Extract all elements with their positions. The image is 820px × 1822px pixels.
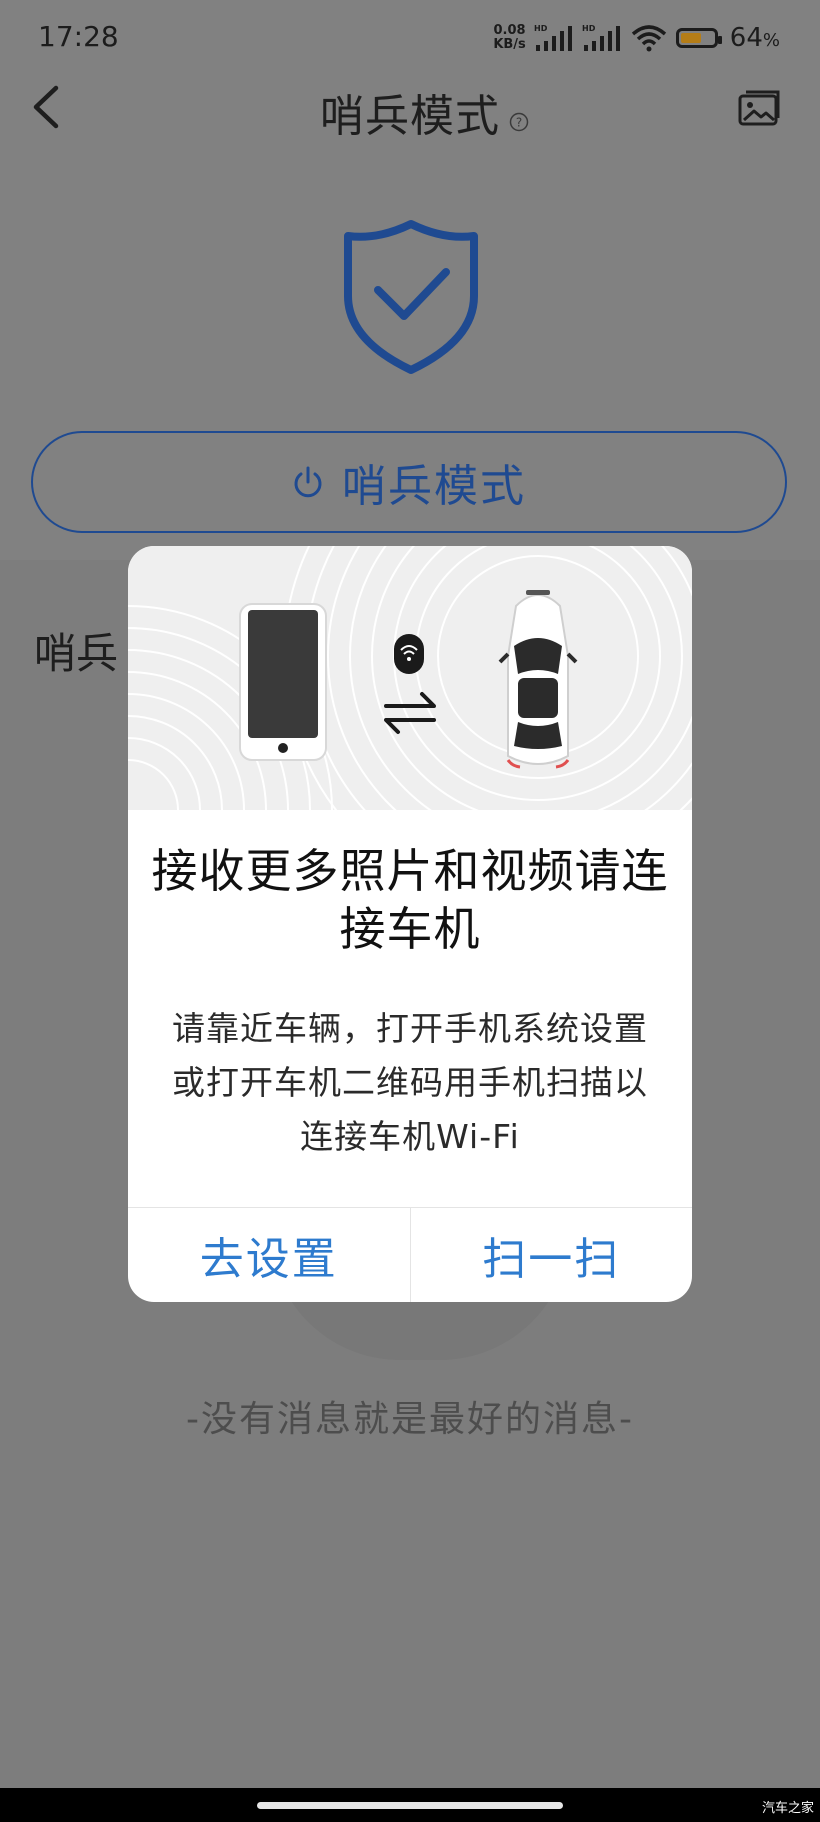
go-to-settings-button[interactable]: 去设置	[128, 1208, 410, 1302]
status-indicators: 0.08 KB/s HD HD 64%	[493, 18, 780, 58]
watermark: 汽车之家	[761, 1801, 814, 1816]
dialog-title: 接收更多照片和视频请连接车机	[151, 844, 669, 956]
car-top-view-icon	[498, 590, 578, 769]
svg-text:HD: HD	[534, 24, 548, 33]
home-indicator[interactable]	[257, 1802, 563, 1809]
signal-icon-secondary: HD	[582, 24, 620, 51]
wifi-icon	[394, 634, 424, 674]
battery-level	[680, 33, 702, 43]
svg-text:?: ?	[516, 116, 522, 130]
battery-icon	[675, 28, 722, 48]
page-title: 哨兵模式	[320, 91, 500, 142]
network-speed: 0.08 KB/s	[493, 23, 526, 52]
connect-head-unit-dialog: 接收更多照片和视频请连接车机 请靠近车辆，打开手机系统设置或打开车机二维码用手机…	[128, 546, 692, 1302]
empty-state-message: -没有消息就是最好的消息-	[186, 1399, 634, 1440]
signal-icon: HD	[534, 24, 572, 51]
dialog-message: 请靠近车辆，打开手机系统设置或打开车机二维码用手机扫描以连接车机Wi-Fi	[172, 1009, 648, 1156]
scan-qr-button[interactable]: 扫一扫	[409, 1208, 693, 1302]
status-time: 17:28	[38, 20, 119, 53]
illustration-graphic	[128, 546, 692, 810]
navigation-bar	[0, 1788, 820, 1822]
status-bar: 17:28 0.08 KB/s HD HD 64%	[0, 0, 820, 80]
section-label: 哨兵	[34, 629, 119, 678]
swap-arrows-icon	[384, 692, 436, 734]
wave-arcs-right	[283, 546, 692, 810]
battery-percent: 64%	[729, 23, 780, 53]
sentinel-mode-toggle-button[interactable]: 哨兵模式	[31, 431, 787, 533]
question-circle-icon[interactable]: ?	[509, 112, 529, 132]
mode-button-label: 哨兵模式	[342, 461, 526, 512]
shield-check-icon	[344, 220, 478, 374]
dialog-actions: 去设置 扫一扫	[128, 1207, 692, 1302]
image-gallery-icon[interactable]	[736, 88, 782, 128]
connection-illustration	[128, 546, 692, 810]
power-icon	[294, 466, 322, 498]
wifi-status-icon	[631, 25, 666, 52]
svg-text:HD: HD	[582, 24, 596, 33]
smartphone-icon	[239, 603, 327, 761]
